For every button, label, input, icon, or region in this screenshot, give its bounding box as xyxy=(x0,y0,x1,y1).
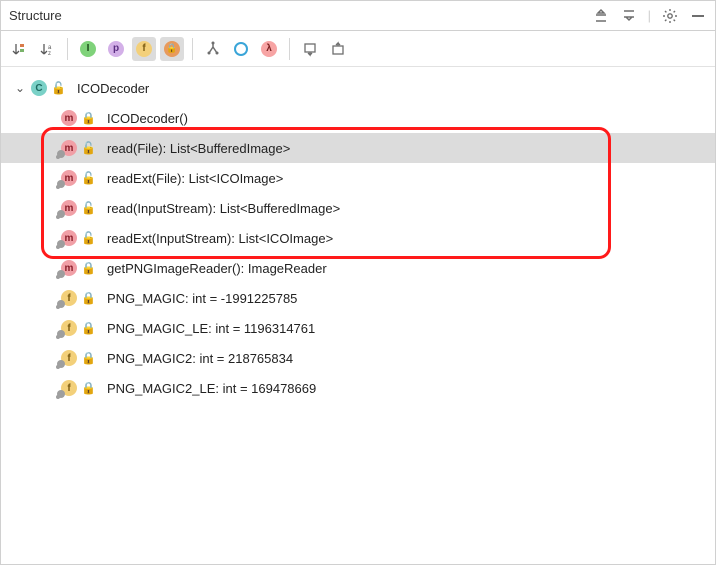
tree-row[interactable]: m 🔒 ICODecoder() xyxy=(1,103,715,133)
lock-icon: 🔒 xyxy=(81,381,96,395)
header-actions: | xyxy=(592,7,707,25)
pin-icon xyxy=(57,300,65,308)
pin-icon xyxy=(57,180,65,188)
show-lambda-button[interactable]: λ xyxy=(257,37,281,61)
show-properties-button[interactable]: p xyxy=(104,37,128,61)
tree-row[interactable]: m🔓readExt(InputStream): List<ICOImage> xyxy=(1,223,715,253)
sort-alpha-button[interactable]: az xyxy=(35,37,59,61)
gear-icon[interactable] xyxy=(661,7,679,25)
show-anonymous-button[interactable] xyxy=(229,37,253,61)
tree-row[interactable]: f🔒PNG_MAGIC: int = -1991225785 xyxy=(1,283,715,313)
tree-item-label: ICODecoder xyxy=(77,81,149,96)
lock-icon: 🔒 xyxy=(81,351,96,365)
tree-row[interactable]: f🔒PNG_MAGIC_LE: int = 1196314761 xyxy=(1,313,715,343)
svg-text:z: z xyxy=(48,51,51,57)
lock-icon: 🔒 xyxy=(81,321,96,335)
tree-item-label: PNG_MAGIC_LE: int = 1196314761 xyxy=(107,321,315,336)
unlock-icon: 🔓 xyxy=(81,231,96,245)
tree-row[interactable]: m🔓read(InputStream): List<BufferedImage> xyxy=(1,193,715,223)
separator xyxy=(192,38,193,60)
pin-icon xyxy=(57,240,65,248)
class-icon: C xyxy=(31,80,47,96)
toolbar: az I p f 🔒 λ xyxy=(1,31,715,67)
structure-panel: Structure | az I p f 🔒 xyxy=(1,1,715,564)
minimize-icon[interactable] xyxy=(689,7,707,25)
tree-item-label: PNG_MAGIC2_LE: int = 169478669 xyxy=(107,381,316,396)
tree-row[interactable]: m🔓readExt(File): List<ICOImage> xyxy=(1,163,715,193)
tree-root[interactable]: ⌄C 🔓 ICODecoder xyxy=(1,73,715,103)
separator xyxy=(289,38,290,60)
lock-icon: 🔒 xyxy=(81,111,96,125)
separator: | xyxy=(648,8,651,23)
pin-icon xyxy=(57,360,65,368)
tree-item-label: read(InputStream): List<BufferedImage> xyxy=(107,201,340,216)
tree-item-label: readExt(InputStream): List<ICOImage> xyxy=(107,231,333,246)
tree-row[interactable]: f🔒PNG_MAGIC2: int = 218765834 xyxy=(1,343,715,373)
unlock-icon: 🔓 xyxy=(81,201,96,215)
unlock-icon: 🔓 xyxy=(51,81,66,95)
show-interfaces-button[interactable]: I xyxy=(76,37,100,61)
pin-icon xyxy=(57,330,65,338)
show-nonpublic-button[interactable]: 🔒 xyxy=(160,37,184,61)
autoscroll-to-source-button[interactable] xyxy=(298,37,322,61)
autoscroll-from-source-button[interactable] xyxy=(326,37,350,61)
chevron-down-icon[interactable]: ⌄ xyxy=(15,81,31,95)
tree-item-label: ICODecoder() xyxy=(107,111,188,126)
tree-row[interactable]: m🔓read(File): List<BufferedImage> xyxy=(1,133,715,163)
unlock-icon: 🔓 xyxy=(81,171,96,185)
tree-content: ⌄C🔓ICODecoderm🔒ICODecoder()m🔓read(File):… xyxy=(1,67,715,564)
sort-visibility-button[interactable] xyxy=(7,37,31,61)
method-icon: m xyxy=(61,110,77,126)
expand-all-icon[interactable] xyxy=(592,7,610,25)
pin-icon xyxy=(57,390,65,398)
panel-header: Structure | xyxy=(1,1,715,31)
show-inherited-button[interactable] xyxy=(201,37,225,61)
tree-item-label: PNG_MAGIC: int = -1991225785 xyxy=(107,291,297,306)
panel-title: Structure xyxy=(9,8,62,23)
unlock-icon: 🔓 xyxy=(81,141,96,155)
lock-icon: 🔒 xyxy=(81,291,96,305)
tree-item-label: read(File): List<BufferedImage> xyxy=(107,141,290,156)
lock-icon: 🔒 xyxy=(81,261,96,275)
pin-icon xyxy=(57,270,65,278)
tree-row[interactable]: m🔒getPNGImageReader(): ImageReader xyxy=(1,253,715,283)
show-fields-button[interactable]: f xyxy=(132,37,156,61)
pin-icon xyxy=(57,150,65,158)
collapse-all-icon[interactable] xyxy=(620,7,638,25)
tree-item-label: readExt(File): List<ICOImage> xyxy=(107,171,283,186)
tree-item-label: getPNGImageReader(): ImageReader xyxy=(107,261,327,276)
tree-row[interactable]: f🔒PNG_MAGIC2_LE: int = 169478669 xyxy=(1,373,715,403)
pin-icon xyxy=(57,210,65,218)
separator xyxy=(67,38,68,60)
tree-item-label: PNG_MAGIC2: int = 218765834 xyxy=(107,351,293,366)
